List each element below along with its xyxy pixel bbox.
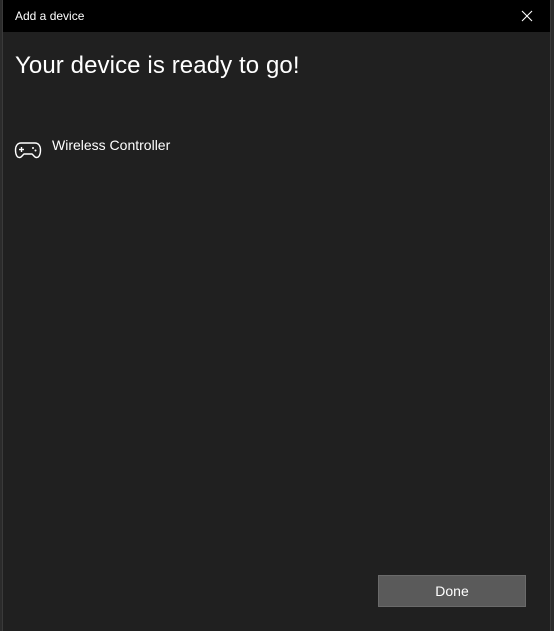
done-button[interactable]: Done <box>378 575 526 607</box>
title-bar: Add a device <box>3 0 550 32</box>
window-title: Add a device <box>15 9 85 23</box>
close-button[interactable] <box>504 0 550 32</box>
device-list-item: Wireless Controller <box>13 132 313 168</box>
gamepad-icon <box>13 139 43 161</box>
add-device-dialog: Add a device Your device is ready to go!… <box>2 0 551 631</box>
page-title: Your device is ready to go! <box>15 52 300 79</box>
close-icon <box>521 10 533 22</box>
device-name: Wireless Controller <box>52 137 171 153</box>
